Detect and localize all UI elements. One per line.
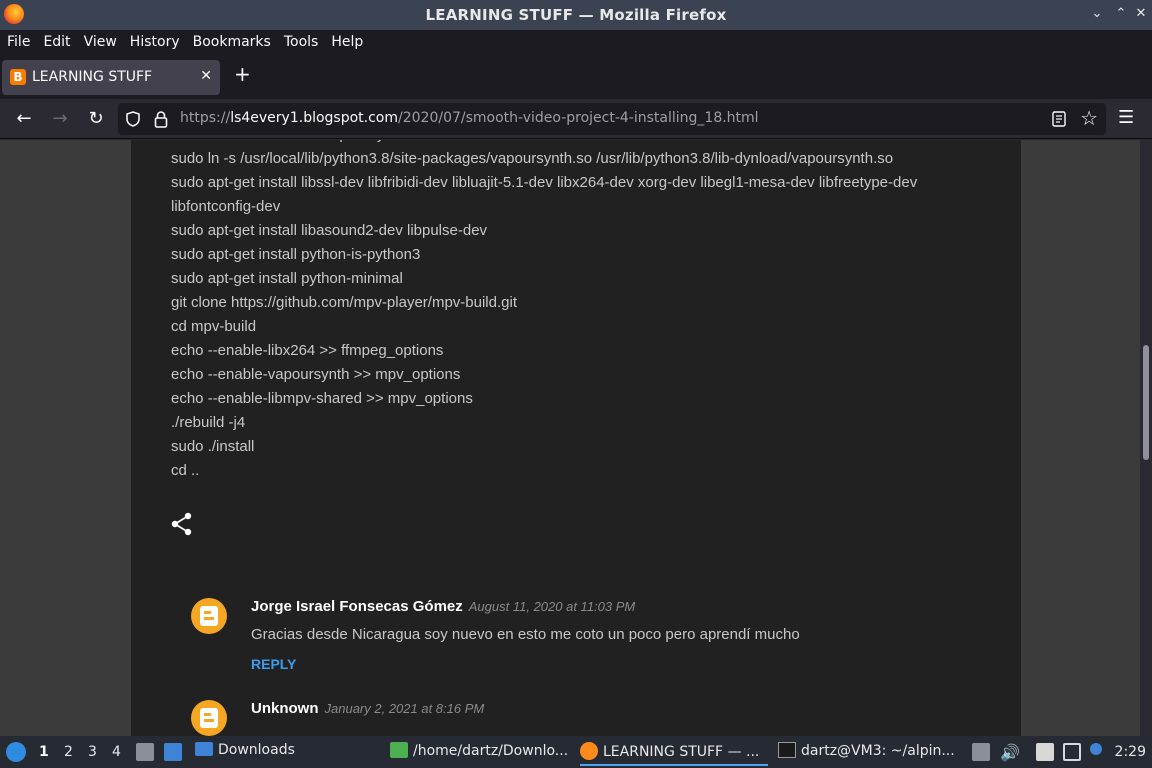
blogger-avatar-icon: [191, 700, 227, 736]
task-terminal[interactable]: dartz@VM3: ~/alpin...: [778, 742, 968, 766]
url-text[interactable]: https://ls4every1.blogspot.com/2020/07/s…: [180, 110, 759, 126]
code-line: ./rebuild -j4: [171, 414, 246, 431]
task-label: LEARNING STUFF — ...: [603, 744, 760, 760]
reply-button[interactable]: REPLY: [251, 656, 296, 672]
firefox-icon: [580, 742, 598, 760]
image-viewer-icon: [390, 742, 408, 758]
scrollbar-thumb[interactable]: [1143, 345, 1149, 460]
volume-icon[interactable]: 🔊: [1000, 743, 1020, 762]
share-icon[interactable]: [171, 512, 193, 536]
menu-bar: File Edit View History Bookmarks Tools H…: [0, 30, 1152, 53]
desktop-icon[interactable]: [164, 743, 182, 761]
taskbar: 1 2 3 4 Downloads /home/dartz/Downlo... …: [0, 736, 1152, 768]
network-icon[interactable]: [1063, 743, 1081, 761]
chevron-down-icon[interactable]: ⌄: [1087, 4, 1107, 24]
menu-file[interactable]: File: [1, 34, 36, 50]
menu-view[interactable]: View: [78, 34, 123, 50]
menu-edit[interactable]: Edit: [37, 34, 76, 50]
blog-post: sudo ln -s /usr/local/lib/vapoursynth su…: [131, 140, 1021, 736]
comment-author: Jorge Israel Fonsecas Gómez August 11, 20…: [251, 598, 635, 615]
url-bar[interactable]: https://ls4every1.blogspot.com/2020/07/s…: [118, 103, 1106, 135]
task-image-viewer[interactable]: /home/dartz/Downlo...: [390, 742, 576, 766]
comment-author: Unknown January 2, 2021 at 8:16 PM: [251, 700, 484, 717]
page-scrollbar[interactable]: [1140, 140, 1152, 736]
task-label: /home/dartz/Downlo...: [413, 743, 569, 759]
menu-tools[interactable]: Tools: [278, 34, 325, 50]
task-firefox[interactable]: LEARNING STUFF — ...: [580, 742, 768, 766]
menu-history[interactable]: History: [124, 34, 186, 50]
comment-date[interactable]: August 11, 2020 at 11:03 PM: [469, 599, 635, 614]
code-line: sudo apt-get install python-is-python3: [171, 246, 421, 263]
workspace-1[interactable]: 1: [39, 744, 49, 760]
terminal-icon: [778, 742, 796, 758]
hamburger-menu-icon[interactable]: ☰: [1118, 107, 1134, 128]
tab-title: LEARNING STUFF: [32, 69, 153, 85]
close-tab-icon[interactable]: ✕: [200, 68, 212, 84]
lock-icon[interactable]: [154, 110, 168, 128]
menu-help[interactable]: Help: [325, 34, 369, 50]
code-line: sudo apt-get install libssl-dev libfribi…: [171, 174, 918, 191]
reload-icon[interactable]: ↻: [84, 107, 108, 131]
workspace-3[interactable]: 3: [88, 744, 97, 760]
tab-strip: B LEARNING STUFF ✕: [0, 53, 1152, 99]
window-title: LEARNING STUFF — Mozilla Firefox: [425, 6, 727, 24]
task-label: dartz@VM3: ~/alpin...: [801, 743, 955, 759]
taskbar-clock[interactable]: 2:29: [1115, 744, 1146, 760]
url-scheme: https://: [180, 110, 231, 126]
comment-text: Gracias desde Nicaragua soy nuevo en est…: [251, 626, 800, 643]
reader-view-icon[interactable]: [1052, 111, 1066, 127]
close-window-icon[interactable]: ✕: [1131, 4, 1151, 24]
task-label: Downloads: [218, 742, 295, 758]
new-tab-icon[interactable]: +: [234, 62, 251, 86]
blogger-avatar-icon: [191, 598, 227, 634]
code-line-cut: sudo ln -s /usr/local/lib/vapoursynth: [171, 140, 405, 143]
code-line: sudo ./install: [171, 438, 255, 455]
code-line: libfontconfig-dev: [171, 198, 281, 215]
comment-author-name[interactable]: Unknown: [251, 700, 319, 717]
shield-icon[interactable]: [126, 111, 140, 127]
tab-learning-stuff[interactable]: B LEARNING STUFF ✕: [2, 60, 220, 95]
task-downloads[interactable]: Downloads: [195, 742, 375, 766]
url-path: /2020/07/smooth-video-project-4-installi…: [398, 110, 759, 126]
start-menu-icon[interactable]: [6, 742, 26, 762]
clipboard-icon[interactable]: [972, 743, 990, 761]
minimize-icon[interactable]: ⌃: [1111, 4, 1131, 24]
blogger-favicon-icon: B: [10, 69, 26, 85]
workspace-4[interactable]: 4: [112, 744, 121, 760]
bookmark-star-icon[interactable]: ☆: [1080, 106, 1098, 130]
notes-icon[interactable]: [1036, 743, 1054, 761]
code-line: git clone https://github.com/mpv-player/…: [171, 294, 517, 311]
comment-date[interactable]: January 2, 2021 at 8:16 PM: [325, 701, 485, 716]
code-line: sudo ln -s /usr/local/lib/python3.8/site…: [171, 150, 894, 167]
notification-icon[interactable]: [1090, 743, 1102, 755]
code-line: sudo apt-get install python-minimal: [171, 270, 403, 287]
code-line: cd ..: [171, 462, 200, 479]
page-viewport: sudo ln -s /usr/local/lib/vapoursynth su…: [0, 140, 1140, 736]
code-line: echo --enable-vapoursynth >> mpv_options: [171, 366, 461, 383]
folder-icon: [195, 742, 213, 756]
navigation-bar: ← → ↻ https://ls4every1.blogspot.com/202…: [0, 99, 1152, 139]
code-line: echo --enable-libx264 >> ffmpeg_options: [171, 342, 444, 359]
workspace-2[interactable]: 2: [64, 744, 73, 760]
comment-author-name[interactable]: Jorge Israel Fonsecas Gómez: [251, 598, 463, 615]
code-line: echo --enable-libmpv-shared >> mpv_optio…: [171, 390, 473, 407]
forward-icon[interactable]: →: [48, 107, 72, 131]
code-line: cd mpv-build: [171, 318, 257, 335]
url-host: ls4every1.blogspot.com: [230, 110, 399, 126]
code-line: sudo apt-get install libasound2-dev libp…: [171, 222, 488, 239]
back-icon[interactable]: ←: [12, 107, 36, 131]
menu-bookmarks[interactable]: Bookmarks: [187, 34, 277, 50]
window-titlebar: LEARNING STUFF — Mozilla Firefox ⌄ ⌃ ✕: [0, 0, 1152, 30]
file-manager-icon[interactable]: [136, 743, 154, 761]
